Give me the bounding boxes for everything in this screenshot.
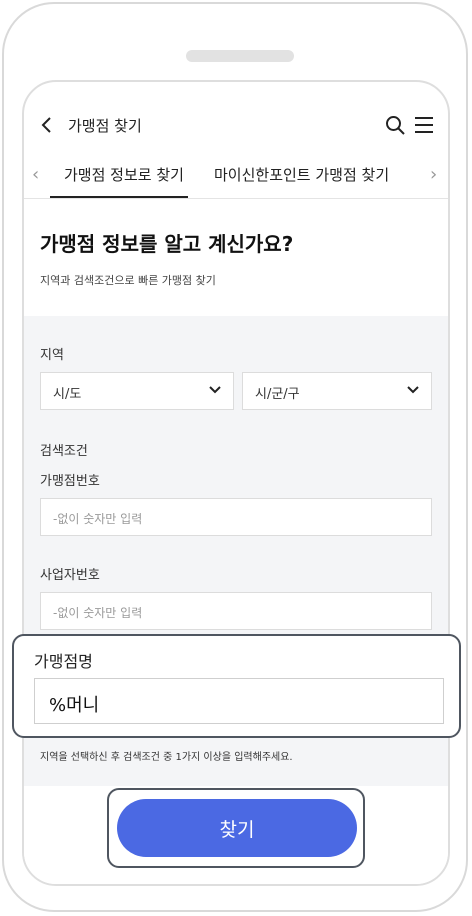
- form-instruction-note: 지역을 선택하신 후 검색조건 중 1가지 이상을 입력해주세요.: [40, 752, 293, 763]
- city-select-value: 시/도: [53, 387, 82, 402]
- section-title: 가맹점 정보를 알고 계신가요?: [40, 232, 294, 256]
- find-button-frame: 찾기: [107, 788, 365, 868]
- city-select[interactable]: 시/도: [40, 372, 234, 410]
- business-number-label: 사업자번호: [40, 568, 100, 583]
- phone-speaker: [186, 50, 294, 62]
- chevron-down-icon: [407, 386, 419, 394]
- merchant-number-placeholder: -없이 숫자만 입력: [53, 512, 143, 526]
- business-number-input[interactable]: -없이 숫자만 입력: [40, 592, 432, 630]
- merchant-number-input[interactable]: -없이 숫자만 입력: [40, 498, 432, 536]
- district-select-value: 시/군/구: [255, 387, 300, 402]
- merchant-name-label: 가맹점명: [34, 652, 93, 671]
- business-number-placeholder: -없이 숫자만 입력: [53, 606, 143, 620]
- tab-merchant-info[interactable]: 가맹점 정보로 찾기: [64, 164, 184, 185]
- active-tab-indicator: [50, 196, 188, 198]
- chevron-down-icon: [209, 386, 221, 394]
- find-button[interactable]: 찾기: [117, 799, 357, 857]
- search-icon[interactable]: [384, 114, 406, 136]
- tab-scroll-left-icon[interactable]: ‹: [32, 164, 39, 185]
- page-title: 가맹점 찾기: [68, 117, 142, 135]
- search-conditions-label: 검색조건: [40, 444, 88, 459]
- region-label: 지역: [40, 348, 64, 363]
- tab-bar: ‹ 가맹점 정보로 찾기 마이신한포인트 가맹점 찾기 ›: [24, 152, 448, 199]
- merchant-name-input[interactable]: %머니: [34, 678, 444, 724]
- merchant-name-field-group: 가맹점명 %머니: [12, 634, 461, 738]
- hamburger-menu-icon[interactable]: [414, 116, 434, 134]
- merchant-number-label: 가맹점번호: [40, 474, 100, 489]
- back-arrow-icon[interactable]: [38, 116, 56, 134]
- tab-my-shinhan-point[interactable]: 마이신한포인트 가맹점 찾기: [214, 164, 389, 185]
- district-select[interactable]: 시/군/구: [242, 372, 432, 410]
- merchant-name-value: %머니: [49, 695, 100, 716]
- app-screen: 가맹점 찾기 ‹ 가맹점 정보로 찾기 마이신한포인트 가맹점 찾기 › 가맹점…: [22, 80, 450, 886]
- tab-scroll-right-icon[interactable]: ›: [430, 164, 437, 185]
- section-subtitle: 지역과 검색조건으로 빠른 가맹점 찾기: [40, 274, 216, 287]
